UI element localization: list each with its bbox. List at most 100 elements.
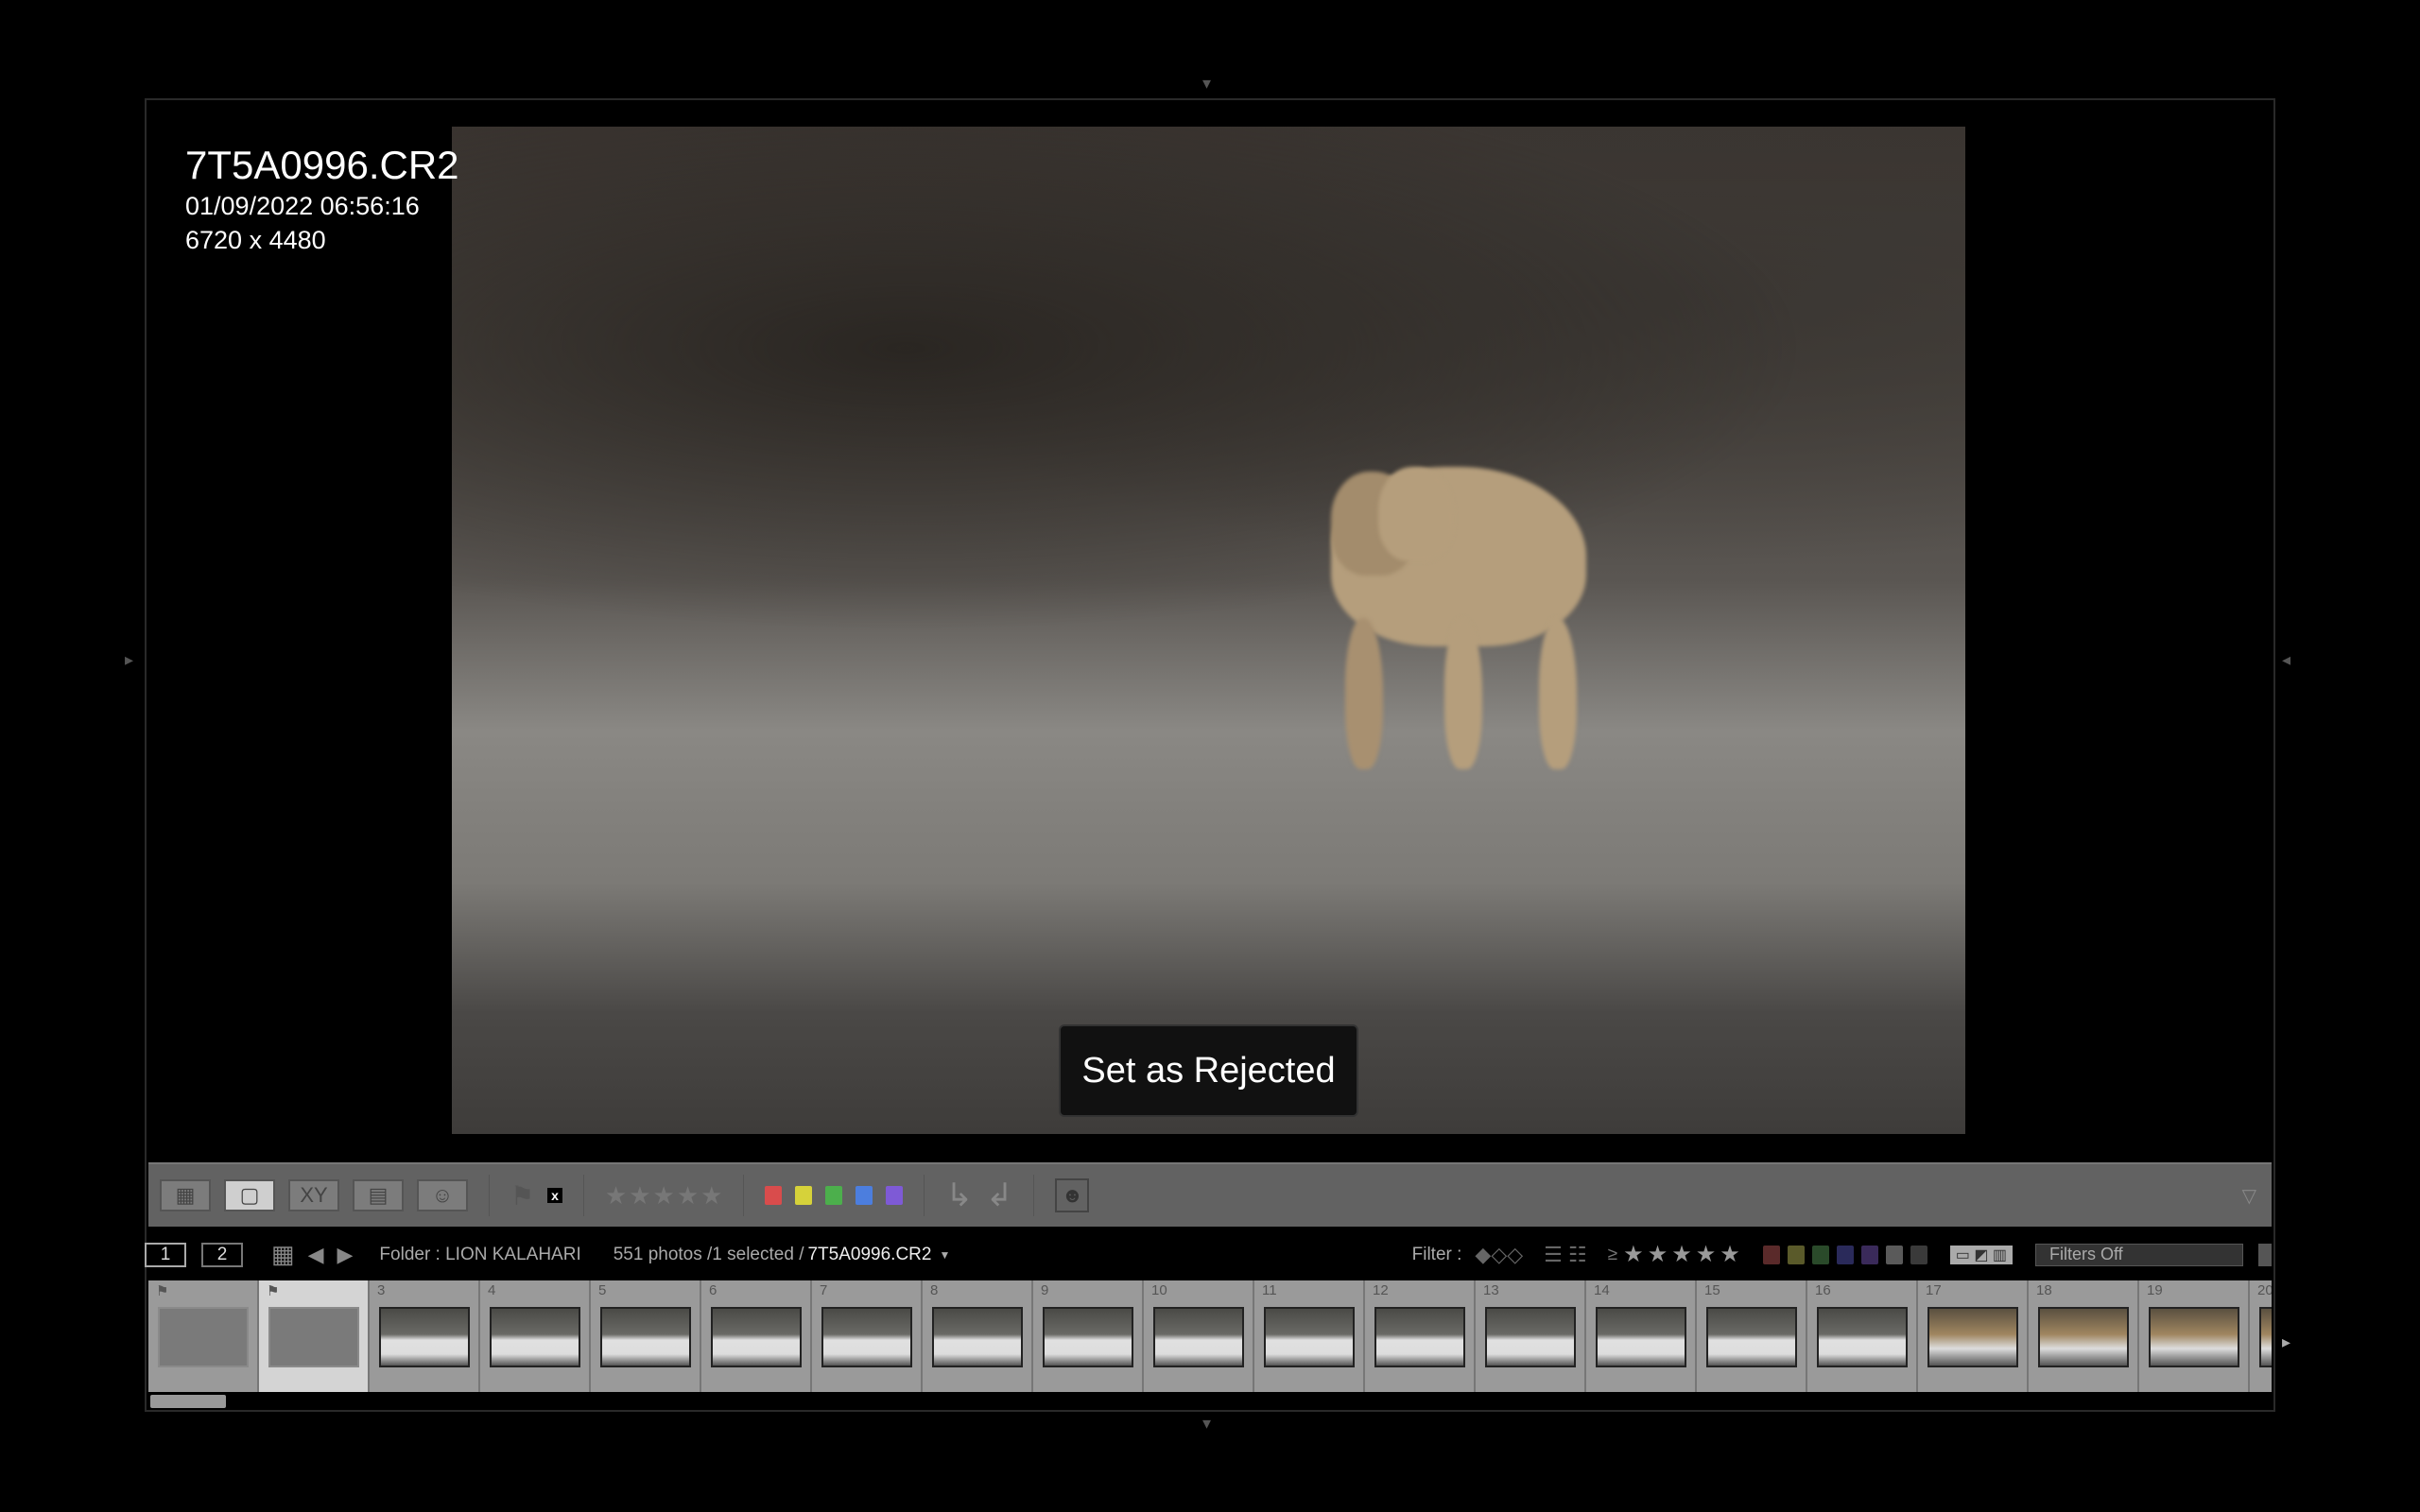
kind-filter-icons[interactable]: ▭ ◩ ▥	[1949, 1245, 2013, 1264]
color-labels	[765, 1186, 904, 1205]
window-2-button[interactable]: 2	[201, 1242, 243, 1267]
pick-flag-icon[interactable]: ⚑	[510, 1180, 534, 1211]
reject-flag-icon[interactable]: x	[547, 1188, 562, 1203]
color-filter-button[interactable]	[1860, 1245, 1878, 1264]
thumbnail-index: 12	[1373, 1282, 1389, 1298]
face-region-icon[interactable]: ☻	[1055, 1178, 1090, 1212]
star-icon[interactable]: ★	[1696, 1241, 1717, 1268]
star-icon[interactable]: ★	[605, 1181, 627, 1211]
folder-source[interactable]: Folder : LION KALAHARI	[379, 1245, 580, 1265]
filmstrip: ⚑ ⚑ 3 4 5 6 7 8 9 10 11 12 13 14 15 16 17 18 19 20	[148, 1280, 2272, 1392]
star-icon[interactable]: ★	[1671, 1241, 1692, 1268]
filmstrip-thumbnail[interactable]: 10	[1144, 1280, 1254, 1392]
filmstrip-thumbnail[interactable]: 19	[2139, 1280, 2250, 1392]
bottom-panel-toggle-icon[interactable]: ▾	[1202, 1414, 1211, 1434]
filmstrip-thumbnail[interactable]: 17	[1918, 1280, 2029, 1392]
toolbar-menu-chevron-icon[interactable]: ▽	[2242, 1184, 2256, 1208]
filmstrip-thumbnail[interactable]: 6	[701, 1280, 812, 1392]
left-panel-toggle-icon[interactable]: ▸	[125, 650, 133, 670]
divider	[924, 1175, 925, 1216]
grid-view-button[interactable]: ▦	[160, 1179, 211, 1211]
filter-lock-toggle[interactable]	[2258, 1243, 2272, 1266]
color-filter-button[interactable]	[1762, 1245, 1780, 1264]
survey-view-button[interactable]: ▤	[353, 1179, 404, 1211]
filmstrip-thumbnail[interactable]: 12	[1365, 1280, 1476, 1392]
right-panel-toggle-icon[interactable]: ◂	[2282, 650, 2290, 670]
photo-background	[452, 127, 1965, 681]
color-filter-button[interactable]	[1811, 1245, 1829, 1264]
star-icon[interactable]: ★	[629, 1181, 650, 1211]
color-filter-button[interactable]	[1885, 1245, 1903, 1264]
rotate-right-icon[interactable]: ↲	[986, 1177, 1013, 1214]
color-label-button[interactable]	[856, 1186, 873, 1205]
thumbnail-image	[1927, 1307, 2018, 1367]
thumbnail-index: 15	[1704, 1282, 1720, 1298]
filmstrip-header: 1 2 ▦ ◀ ▶ Folder : LION KALAHARI 551 pho…	[145, 1239, 2275, 1270]
back-arrow-icon[interactable]: ◀	[308, 1243, 324, 1267]
filmstrip-thumbnail[interactable]: 18	[2029, 1280, 2139, 1392]
grid-icon: ▦	[175, 1183, 196, 1207]
forward-arrow-icon[interactable]: ▶	[337, 1243, 354, 1267]
filmstrip-thumbnail[interactable]: 4	[480, 1280, 591, 1392]
edit-filter-icons[interactable]: ☰ ☷	[1544, 1243, 1587, 1267]
filename: 7T5A0996.CR2	[185, 143, 459, 187]
grid-icon[interactable]: ▦	[271, 1240, 295, 1269]
rotate-left-icon[interactable]: ↳	[945, 1177, 973, 1214]
color-label-button[interactable]	[765, 1186, 783, 1205]
filmstrip-right-arrow-icon[interactable]: ▸	[2282, 1332, 2290, 1352]
filmstrip-thumbnail[interactable]: 20	[2250, 1280, 2272, 1392]
thumbnail-image	[268, 1307, 359, 1367]
filmstrip-thumbnail[interactable]: 15	[1697, 1280, 1807, 1392]
loupe-icon: ▢	[239, 1183, 260, 1207]
filmstrip-thumbnail[interactable]: 3	[370, 1280, 480, 1392]
thumbnail-image	[379, 1307, 470, 1367]
thumbnail-image	[1706, 1307, 1797, 1367]
thumbnail-image	[158, 1307, 249, 1367]
thumbnail-image	[1817, 1307, 1908, 1367]
color-label-button[interactable]	[795, 1186, 813, 1205]
filmstrip-thumbnail[interactable]: 13	[1476, 1280, 1586, 1392]
filter-preset-select[interactable]: Filters Off	[2035, 1243, 2243, 1266]
star-rating[interactable]: ★ ★ ★ ★ ★	[605, 1181, 723, 1211]
main-photo[interactable]	[452, 127, 1965, 1134]
thumbnail-index: 11	[1262, 1282, 1277, 1298]
star-icon[interactable]: ★	[1648, 1241, 1668, 1268]
color-label-button[interactable]	[886, 1186, 904, 1205]
filmstrip-thumbnail[interactable]: ⚑	[259, 1280, 370, 1392]
color-filter-button[interactable]	[1836, 1245, 1854, 1264]
star-icon[interactable]: ★	[653, 1181, 675, 1211]
thumbnail-index: 14	[1594, 1282, 1610, 1298]
color-filter	[1762, 1245, 1927, 1264]
filmstrip-thumbnail[interactable]: ⚑	[148, 1280, 259, 1392]
filmstrip-thumbnail[interactable]: 9	[1033, 1280, 1144, 1392]
filter-preset-value: Filters Off	[2049, 1245, 2123, 1263]
rating-filter[interactable]: ★ ★ ★ ★ ★	[1623, 1241, 1740, 1268]
star-icon[interactable]: ★	[700, 1181, 722, 1211]
people-view-button[interactable]: ☺	[417, 1179, 468, 1211]
compare-view-button[interactable]: XY	[288, 1179, 339, 1211]
color-filter-button[interactable]	[1787, 1245, 1805, 1264]
star-icon[interactable]: ★	[1720, 1241, 1740, 1268]
filmstrip-thumbnail[interactable]: 5	[591, 1280, 701, 1392]
thumbnail-image	[1596, 1307, 1686, 1367]
filmstrip-thumbnail[interactable]: 14	[1586, 1280, 1697, 1392]
filmstrip-thumbnail[interactable]: 16	[1807, 1280, 1918, 1392]
thumbnail-index: 8	[930, 1282, 939, 1298]
filmstrip-scrollbar[interactable]	[150, 1395, 226, 1408]
survey-icon: ▤	[368, 1183, 389, 1207]
filmstrip-thumbnail[interactable]: 7	[812, 1280, 923, 1392]
star-icon[interactable]: ★	[1623, 1241, 1644, 1268]
thumbnail-image	[1264, 1307, 1355, 1367]
filmstrip-thumbnail[interactable]: 11	[1254, 1280, 1365, 1392]
color-filter-button[interactable]	[1910, 1245, 1927, 1264]
filmstrip-thumbnail[interactable]: 8	[923, 1280, 1033, 1392]
face-icon: ☺	[431, 1183, 454, 1207]
loupe-view-button[interactable]: ▢	[224, 1179, 275, 1211]
window-1-button[interactable]: 1	[145, 1242, 186, 1267]
chevron-down-icon[interactable]: ▼	[939, 1248, 950, 1262]
flag-filter-icons[interactable]: ◆◇◇	[1475, 1243, 1523, 1267]
selected-filename[interactable]: 7T5A0996.CR2	[807, 1245, 931, 1265]
star-icon[interactable]: ★	[677, 1181, 699, 1211]
top-panel-toggle-icon[interactable]: ▾	[1202, 74, 1211, 94]
color-label-button[interactable]	[825, 1186, 843, 1205]
